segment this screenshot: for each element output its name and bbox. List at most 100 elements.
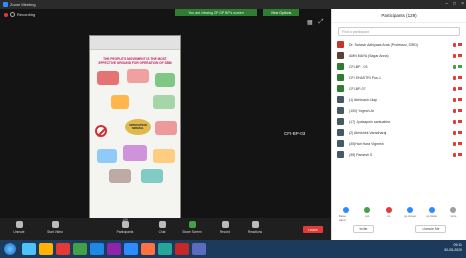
participant-row[interactable]: CFI SHASTRI Pos-1: [332, 72, 466, 83]
participant-row[interactable]: (30)Hari Hara Vignesh: [332, 138, 466, 149]
participant-name: (100) Yogesh.Ar: [349, 108, 375, 113]
meeting-area: Recording You are viewing ZP GP BP's scr…: [0, 9, 331, 231]
active-speaker-name: CFI-BP-03: [284, 131, 306, 136]
feedback-button[interactable]: go faster: [425, 207, 439, 222]
feedback-button[interactable]: more: [446, 207, 460, 222]
feedback-button[interactable]: Raise Hand: [339, 207, 353, 222]
participant-status: [453, 97, 462, 102]
reactions-label: Reactions: [247, 230, 263, 234]
participants-count: 129: [122, 218, 128, 222]
participant-status: [453, 141, 462, 146]
microphone-icon: [453, 53, 456, 58]
video-camera-icon: [458, 64, 462, 68]
unmute-button[interactable]: Unmute: [4, 221, 34, 234]
participant-row[interactable]: (1) Abhinash Lilap: [332, 94, 466, 105]
participant-name: Dr. Sahavir Adhiyaas Arab (Professor, SI…: [349, 42, 419, 47]
feedback-button[interactable]: no: [382, 207, 396, 222]
feedback-button[interactable]: go slower: [403, 207, 417, 222]
mind-map-hub: OPERATION NIRMAL: [125, 119, 151, 135]
close-icon[interactable]: ×: [461, 1, 464, 7]
avatar: [337, 118, 344, 125]
microphone-icon: [15, 221, 23, 228]
participant-status: [453, 86, 462, 91]
taskbar-app-icon[interactable]: [90, 243, 104, 255]
reactions-icon: [251, 221, 259, 228]
taskbar-app-icon[interactable]: [175, 243, 189, 255]
record-button[interactable]: Record: [210, 221, 240, 234]
recording-indicator: Recording: [4, 12, 35, 17]
map-bubble: [111, 95, 129, 109]
share-screen-label: Share Screen: [182, 230, 202, 234]
video-camera-icon: [458, 53, 462, 57]
video-camera-icon: [458, 97, 462, 101]
map-bubble: [123, 145, 147, 161]
feedback-icon: [385, 207, 392, 213]
map-bubble: [155, 121, 177, 135]
start-video-label: Start Video: [47, 230, 63, 234]
feedback-button[interactable]: yes: [360, 207, 374, 222]
view-options-button[interactable]: View Options: [263, 9, 299, 16]
microphone-icon: [453, 97, 456, 102]
participant-search-input[interactable]: Find a participant: [338, 27, 460, 36]
meeting-toolbar: Unmute Start Video Participants 129 Chat…: [0, 218, 331, 240]
participant-row[interactable]: CFI-BP-07: [332, 83, 466, 94]
participant-row[interactable]: (100) Yogesh.Ar: [332, 105, 466, 116]
taskbar-app-icon[interactable]: [56, 243, 70, 255]
microphone-icon: [453, 86, 456, 91]
taskbar-app-icon[interactable]: [107, 243, 121, 255]
start-button-icon[interactable]: [4, 243, 16, 255]
participant-name: (17) Jyotsapnin santuabhe: [349, 119, 391, 124]
avatar: [337, 129, 344, 136]
taskbar-app-icon[interactable]: [73, 243, 87, 255]
taskbar-app-icon[interactable]: [192, 243, 206, 255]
screen-share-banner: You are viewing ZP GP BP's screen: [175, 9, 257, 16]
taskbar-app-icon[interactable]: [124, 243, 138, 255]
chat-button[interactable]: Chat: [147, 221, 177, 234]
participant-name: CFI-BP-07: [349, 86, 366, 91]
feedback-icon: [407, 207, 414, 213]
participants-button[interactable]: Participants: [110, 221, 140, 234]
participant-status: [453, 130, 462, 135]
shared-screen: THE PEOPLE'S MOVEMENT IS THE MOST EFFECT…: [89, 35, 181, 231]
taskbar-app-icon[interactable]: [39, 243, 53, 255]
feedback-label: Raise Hand: [338, 214, 346, 222]
participants-icon: [121, 221, 129, 228]
invite-button[interactable]: Invite: [352, 225, 375, 233]
participant-row[interactable]: (35) Pamesh S: [332, 149, 466, 160]
microphone-icon: [453, 108, 456, 113]
taskbar-app-icon[interactable]: [141, 243, 155, 255]
participant-name: (30)Hari Hara Vignesh: [349, 141, 384, 146]
participant-row[interactable]: (17) Jyotsapnin santuabhe: [332, 116, 466, 127]
shared-screen-title: THE PEOPLE'S MOVEMENT IS THE MOST EFFECT…: [98, 57, 172, 65]
participant-status: [453, 119, 462, 124]
map-bubble: [153, 149, 175, 163]
map-bubble: [153, 95, 175, 109]
unmute-me-button[interactable]: Unmute Me: [415, 225, 447, 233]
window-controls: – □ ×: [445, 1, 464, 7]
layout-controls: ▦ ⤢: [307, 19, 323, 26]
participant-row[interactable]: Dr. Sahavir Adhiyaas Arab (Professor, SI…: [332, 39, 466, 50]
participant-status: [453, 42, 462, 47]
avatar: [337, 41, 344, 48]
feedback-icon: [342, 207, 349, 213]
maximize-icon[interactable]: □: [453, 1, 456, 7]
participant-row[interactable]: (2) Abhishek Varadharaj: [332, 127, 466, 138]
taskbar-app-icon[interactable]: [22, 243, 36, 255]
start-video-button[interactable]: Start Video: [40, 221, 70, 234]
share-screen-button[interactable]: Share Screen: [177, 221, 207, 234]
feedback-label: go slower: [404, 214, 417, 218]
gallery-view-icon[interactable]: ▦: [307, 19, 313, 26]
video-camera-icon: [458, 42, 462, 46]
minimize-icon[interactable]: –: [445, 1, 448, 7]
participant-name: CFI-BP - 03: [349, 64, 368, 69]
reactions-button[interactable]: Reactions: [240, 221, 270, 234]
taskbar-app-icon[interactable]: [158, 243, 172, 255]
participant-name: (2) Abhishek Varadharaj: [349, 130, 387, 135]
participant-row[interactable]: CFI-BP - 03: [332, 61, 466, 72]
unmute-label: Unmute: [13, 230, 25, 234]
leave-meeting-button[interactable]: Leave: [303, 226, 323, 233]
fullscreen-icon[interactable]: ⤢: [319, 19, 324, 26]
pause-icon[interactable]: [10, 12, 15, 17]
mind-map-image: OPERATION NIRMAL: [93, 69, 177, 189]
participant-row[interactable]: AMN MAYA (Sagar Anna): [332, 50, 466, 61]
